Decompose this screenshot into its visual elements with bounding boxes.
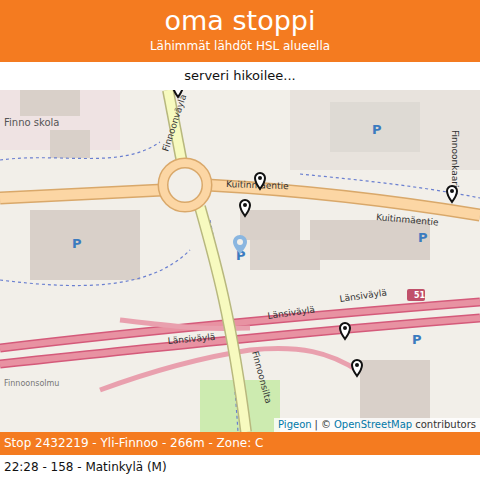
app: oma stoppi Lähimmät lähdöt HSL alueella … bbox=[0, 0, 480, 480]
app-subtitle: Lähimmät lähdöt HSL alueella bbox=[0, 38, 480, 54]
map[interactable]: Finno skolaFinnoonväyläKuitinmäentieKuit… bbox=[0, 90, 480, 432]
map-label: Länsiväylä bbox=[267, 304, 316, 321]
separator: | bbox=[315, 418, 318, 432]
map-label: 51 bbox=[414, 291, 426, 300]
header: oma stoppi Lähimmät lähdöt HSL alueella bbox=[0, 0, 480, 62]
map-label: Kuitinmäentie bbox=[376, 212, 440, 227]
stop-pin-icon[interactable] bbox=[173, 90, 183, 97]
status-bar: serveri hikoilee... bbox=[0, 62, 480, 90]
map-attribution: Pigeon | © OpenStreetMap contributors bbox=[274, 418, 480, 432]
map-label: Finnoonsilta bbox=[250, 350, 274, 405]
parking-icon: P bbox=[72, 236, 82, 251]
parking-icon: P bbox=[372, 122, 382, 137]
stop-pin-icon[interactable] bbox=[340, 323, 350, 339]
map-label: Finnoonsolmu bbox=[4, 379, 59, 388]
departure-row[interactable]: 22:28 - 158 - Matinkylä (M) bbox=[0, 455, 480, 480]
map-label: Finnoonkaari bbox=[450, 130, 460, 187]
stop-pin-icon[interactable] bbox=[240, 200, 250, 216]
map-label: Finnoonväylä bbox=[160, 93, 188, 153]
parking-icon: P bbox=[418, 230, 428, 245]
contributors: contributors bbox=[415, 418, 476, 432]
map-label: Finno skola bbox=[4, 117, 59, 128]
parking-icon: P bbox=[412, 332, 422, 347]
map-label: Länsiväylä bbox=[339, 287, 388, 304]
stop-pin-icon[interactable] bbox=[255, 173, 265, 189]
stop-bar: Stop 2432219 - Yli-Finnoo - 266m - Zone:… bbox=[0, 432, 480, 455]
stop-pin-icon[interactable] bbox=[447, 186, 457, 202]
app-title: oma stoppi bbox=[0, 4, 480, 38]
copyright: © bbox=[321, 418, 331, 432]
stop-pin-icon[interactable] bbox=[352, 360, 362, 376]
provider-link[interactable]: Pigeon bbox=[278, 418, 312, 432]
location-icon bbox=[233, 235, 247, 254]
route-shield bbox=[407, 289, 425, 301]
map-label: Länsiväylä bbox=[167, 332, 215, 346]
osm-link[interactable]: OpenStreetMap bbox=[334, 418, 412, 432]
map-canvas[interactable]: Finno skolaFinnoonväyläKuitinmäentieKuit… bbox=[0, 90, 480, 432]
